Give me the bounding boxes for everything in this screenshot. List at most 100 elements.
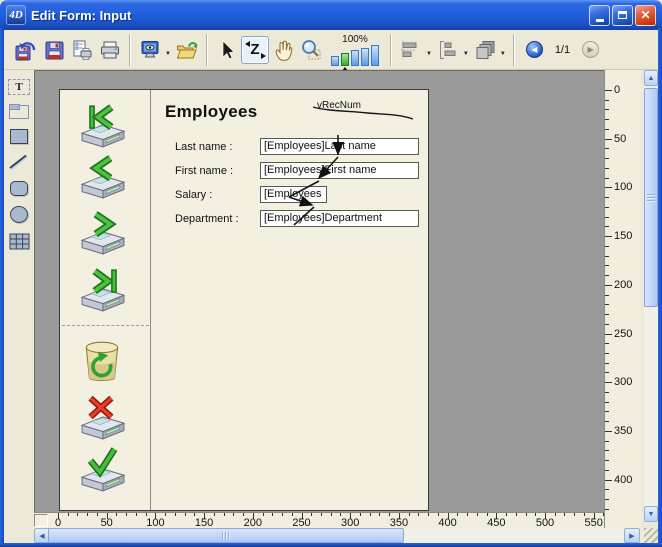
ruler-tick (194, 513, 195, 516)
zoom-bar[interactable] (371, 45, 379, 66)
app-logo-icon[interactable]: 4D (6, 5, 26, 25)
record-variable-text[interactable]: vRecNum (317, 100, 361, 111)
ruler-tick (321, 513, 322, 516)
ruler-label: 450 (487, 517, 505, 528)
floppy-icon (42, 38, 66, 62)
align-menu-button[interactable] (397, 36, 425, 64)
last-record-button[interactable] (80, 267, 126, 313)
display-mode-dropdown[interactable]: ▼ (165, 51, 171, 57)
vertical-scroll-thumb[interactable] (644, 88, 658, 307)
field-label[interactable]: Department : (175, 213, 239, 225)
ruler-label: 400 (614, 474, 632, 486)
save-button[interactable] (40, 36, 68, 64)
accept-button[interactable] (80, 447, 126, 493)
display-mode-button[interactable] (136, 36, 164, 64)
ruler-label: 100 (614, 181, 632, 193)
zoom-bar[interactable] (331, 56, 339, 66)
field-label[interactable]: Salary : (175, 189, 212, 201)
zoom-level-widget[interactable]: 100% (331, 34, 379, 66)
ruler-tick (487, 513, 488, 516)
form-canvas[interactable]: Employees vRecNum Last name : [Employees… (34, 70, 604, 512)
ruler-tick (605, 207, 609, 208)
vertical-ruler: 050100150200250300350400 (604, 70, 641, 528)
field-input-first-name[interactable]: [Employees]First name (260, 162, 419, 179)
line-tool[interactable] (8, 154, 30, 171)
ruler-tick (506, 513, 507, 516)
first-record-button[interactable] (80, 103, 126, 149)
scroll-up-icon: ▲ (648, 75, 655, 82)
distribute-menu-button[interactable] (434, 36, 462, 64)
entry-order-arrow-icon (261, 53, 266, 59)
toolbar: ▼ Z (4, 30, 658, 70)
scroll-down-button[interactable]: ▼ (644, 506, 658, 522)
resize-grip[interactable] (644, 528, 658, 543)
zoom-bar[interactable] (361, 48, 369, 66)
ruler-tick (360, 513, 361, 516)
ruler-tick (605, 392, 609, 393)
previous-page-button[interactable]: ◀ (526, 41, 543, 58)
print-button[interactable] (96, 36, 124, 64)
ruler-tick (263, 513, 264, 516)
horizontal-scroll-thumb[interactable] (48, 528, 404, 543)
ruler-tick (603, 513, 604, 516)
scroll-up-button[interactable]: ▲ (644, 70, 658, 86)
ruler-label: 100 (146, 517, 164, 528)
maximize-button[interactable] (612, 5, 633, 26)
next-record-button[interactable] (80, 210, 126, 256)
titlebar[interactable]: 4D Edit Form: Input ✕ (0, 0, 662, 30)
ruler-tick (605, 295, 609, 296)
print-settings-icon (70, 38, 94, 62)
print-preview-button[interactable] (68, 36, 96, 64)
ruler-label: 200 (244, 517, 262, 528)
window-border (658, 28, 662, 543)
align-dropdown[interactable]: ▼ (426, 51, 432, 57)
entry-order-arrow-icon (245, 41, 250, 47)
ruler-tick (605, 411, 609, 412)
open-form-button[interactable] (173, 36, 201, 64)
oval-tool[interactable] (10, 206, 28, 223)
zoom-level-label: 100% (342, 34, 368, 45)
field-label[interactable]: Last name : (175, 141, 232, 153)
ruler-tick (243, 513, 244, 516)
ruler-tick (605, 363, 609, 364)
rectangle-tool[interactable] (10, 129, 28, 144)
groupbox-tool[interactable] (9, 105, 29, 119)
text-tool[interactable]: T (8, 79, 30, 95)
distribute-dropdown[interactable]: ▼ (463, 51, 469, 57)
previous-record-button[interactable] (80, 154, 126, 200)
ruler-tick (526, 513, 527, 516)
scroll-right-button[interactable]: ▶ (624, 528, 640, 543)
rounded-rectangle-tool[interactable] (10, 181, 28, 196)
ruler-tick (292, 513, 293, 516)
horizontal-scrollbar[interactable]: ◀ ▶ (34, 528, 640, 543)
entry-order-tool-button[interactable]: Z (241, 36, 269, 64)
field-input-salary[interactable]: [Employees (260, 186, 327, 203)
entry-order-icon: Z (250, 41, 259, 58)
ruler-tick (605, 197, 609, 198)
field-input-department[interactable]: [Employees]Department (260, 210, 419, 227)
ruler-tick (87, 513, 88, 516)
field-label[interactable]: First name : (175, 165, 233, 177)
form-page[interactable]: Employees vRecNum Last name : [Employees… (59, 89, 429, 511)
vertical-scrollbar[interactable]: ▲ ▼ (644, 70, 658, 522)
pointer-tool-button[interactable] (213, 36, 241, 64)
zoom-bar-current[interactable] (341, 53, 349, 66)
save-revert-button[interactable] (12, 36, 40, 64)
cancel-button[interactable] (80, 395, 126, 441)
hand-tool-button[interactable] (269, 36, 297, 64)
delete-record-button[interactable] (80, 338, 126, 384)
ruler-tick (165, 513, 166, 516)
zoom-bar[interactable] (351, 50, 359, 66)
zoom-tool-button[interactable] (297, 36, 325, 64)
next-page-button[interactable]: ▶ (582, 41, 599, 58)
field-input-last-name[interactable]: [Employees]Last name (260, 138, 419, 155)
minimize-button[interactable] (589, 5, 610, 26)
form-title-text[interactable]: Employees (165, 102, 257, 122)
matrix-tool[interactable] (9, 233, 30, 250)
ruler-label: 0 (614, 84, 620, 96)
ruler-label: 400 (438, 517, 456, 528)
duplicate-dropdown[interactable]: ▼ (500, 51, 506, 57)
duplicate-menu-button[interactable] (471, 36, 499, 64)
ruler-label: 500 (536, 517, 554, 528)
close-button[interactable]: ✕ (635, 5, 656, 26)
